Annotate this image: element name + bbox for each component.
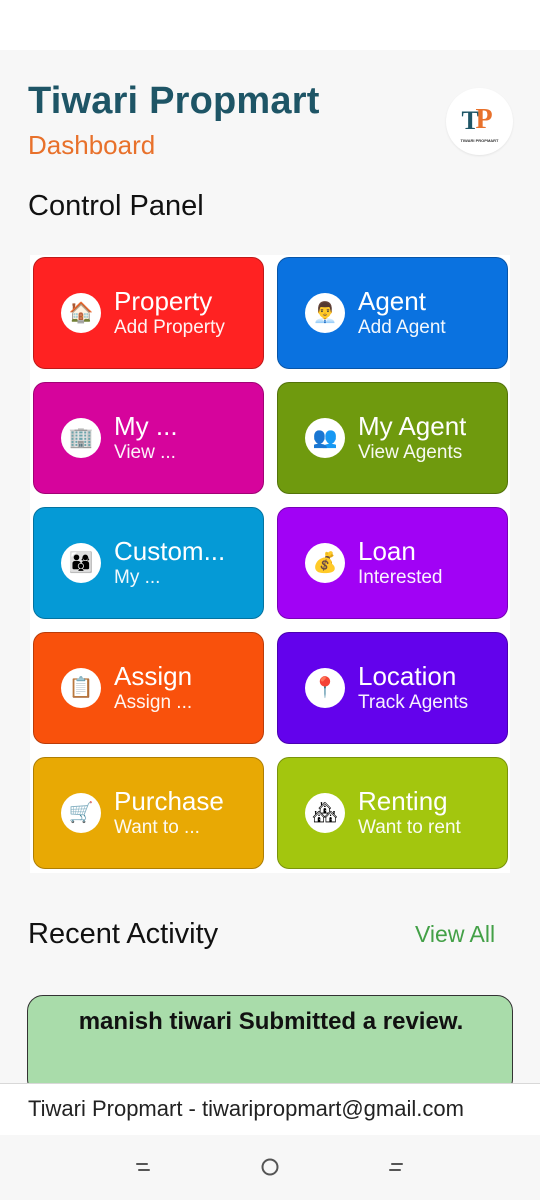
card-title: Loan (358, 536, 416, 566)
card-agent[interactable]: 👨‍💼 Agent Add Agent (277, 257, 508, 369)
recent-apps-button[interactable] (131, 1155, 155, 1179)
card-title: Agent (358, 286, 426, 316)
card-subtitle: Assign ... (114, 692, 193, 713)
back-button[interactable] (384, 1155, 408, 1179)
card-renting[interactable]: 🏘 Renting Want to rent (277, 757, 508, 869)
card-loan[interactable]: 💰 Loan Interested (277, 507, 508, 619)
card-customers[interactable]: 👨‍👩‍👦 Custom... My ... (33, 507, 264, 619)
activity-text: manish tiwari Submitted a review. (78, 1008, 464, 1035)
card-subtitle: Add Agent (358, 317, 446, 338)
assign-icon: 📋 (61, 668, 101, 708)
agent-icon: 👨‍💼 (305, 293, 345, 333)
home-icon: 🏠 (61, 293, 101, 333)
card-subtitle: Want to ... (114, 817, 200, 838)
location-pin-icon: 📍 (305, 668, 345, 708)
card-subtitle: View Agents (358, 442, 463, 463)
activity-item[interactable]: manish tiwari Submitted a review. (27, 995, 513, 1083)
rent-house-icon: 🏘 (305, 793, 345, 833)
app-screen: Tiwari Propmart Dashboard T P TIWARI PRO… (0, 50, 540, 1083)
cart-icon: 🛒 (61, 793, 101, 833)
recent-apps-icon (136, 1163, 150, 1171)
card-location[interactable]: 📍 Location Track Agents (277, 632, 508, 744)
card-title: Assign (114, 661, 193, 691)
page-subtitle: Dashboard (28, 130, 156, 160)
card-title: Renting (358, 786, 448, 816)
card-my-property[interactable]: 🏢 My ... View ... (33, 382, 264, 494)
control-panel-title: Control Panel (28, 190, 204, 222)
card-subtitle: Interested (358, 567, 443, 588)
card-title: Location (358, 661, 457, 691)
card-title: Custom... (114, 536, 226, 566)
back-icon (389, 1163, 403, 1171)
card-subtitle: Add Property (114, 317, 225, 338)
logo-text: TIWARI PROPMART (460, 137, 499, 143)
footer-text: Tiwari Propmart - tiwaripropmart@gmail.c… (28, 1096, 464, 1121)
card-subtitle: View ... (114, 442, 176, 463)
card-title: My ... (114, 411, 178, 441)
building-icon: 🏢 (61, 418, 101, 458)
card-purchase[interactable]: 🛒 Purchase Want to ... (33, 757, 264, 869)
loan-icon: 💰 (305, 543, 345, 583)
home-circle-icon (261, 1158, 279, 1176)
card-subtitle: My ... (114, 567, 161, 588)
logo-letter-p: P (475, 103, 493, 135)
card-title: My Agent (358, 411, 467, 441)
view-all-link[interactable]: View All (415, 921, 495, 948)
home-button[interactable] (258, 1155, 282, 1179)
app-title: Tiwari Propmart (28, 80, 320, 122)
card-subtitle: Want to rent (358, 817, 461, 838)
system-nav-bar (0, 1135, 540, 1200)
card-assign[interactable]: 📋 Assign Assign ... (33, 632, 264, 744)
customers-icon: 👨‍👩‍👦 (61, 543, 101, 583)
group-icon: 👥 (305, 418, 345, 458)
footer: Tiwari Propmart - tiwaripropmart@gmail.c… (0, 1083, 540, 1135)
card-title: Property (114, 286, 213, 316)
recent-activity-title: Recent Activity (28, 918, 219, 950)
status-bar (0, 0, 540, 50)
brand-logo: T P TIWARI PROPMART (446, 88, 513, 155)
card-title: Purchase (114, 786, 224, 816)
card-subtitle: Track Agents (358, 692, 469, 713)
card-my-agent[interactable]: 👥 My Agent View Agents (277, 382, 508, 494)
logo-mark: T P TIWARI PROPMART (458, 102, 502, 143)
card-property[interactable]: 🏠 Property Add Property (33, 257, 264, 369)
